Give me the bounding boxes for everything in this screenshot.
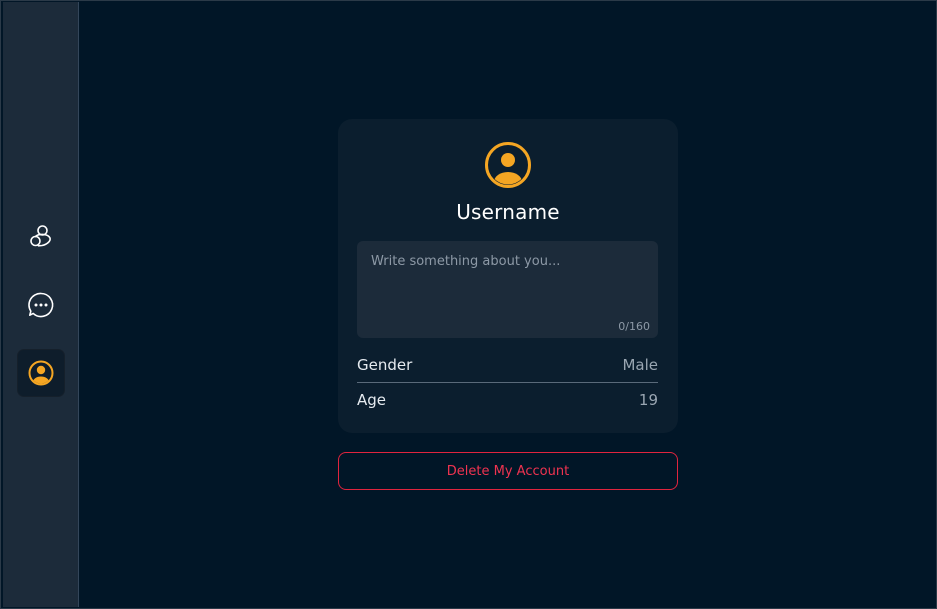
app-window: Username 0/160 Gender Male Age 19 Delete… — [0, 0, 937, 609]
user-circle-icon — [485, 142, 531, 188]
sidebar-item-friends[interactable] — [18, 214, 64, 260]
sidebar-item-profile[interactable] — [18, 350, 64, 396]
info-divider — [357, 382, 658, 383]
delete-account-button[interactable]: Delete My Account — [338, 452, 678, 490]
gender-label: Gender — [357, 356, 413, 374]
chat-bubble-icon — [28, 292, 54, 318]
age-label: Age — [357, 391, 387, 409]
age-row: Age 19 — [357, 385, 658, 415]
sidebar-item-chats[interactable] — [18, 282, 64, 328]
gender-value: Male — [622, 356, 658, 374]
age-value: 19 — [638, 391, 658, 409]
bio-textarea[interactable] — [357, 241, 658, 338]
username: Username — [456, 200, 560, 224]
gender-row: Gender Male — [357, 350, 658, 380]
sidebar — [3, 2, 79, 607]
friends-icon — [30, 225, 51, 247]
bio-textarea-container: 0/160 — [357, 241, 658, 338]
bio-char-count: 0/160 — [618, 320, 650, 333]
main-content: Username 0/160 Gender Male Age 19 Delete… — [79, 2, 935, 607]
profile-card: Username 0/160 Gender Male Age 19 — [338, 119, 678, 433]
profile-icon — [28, 360, 54, 386]
